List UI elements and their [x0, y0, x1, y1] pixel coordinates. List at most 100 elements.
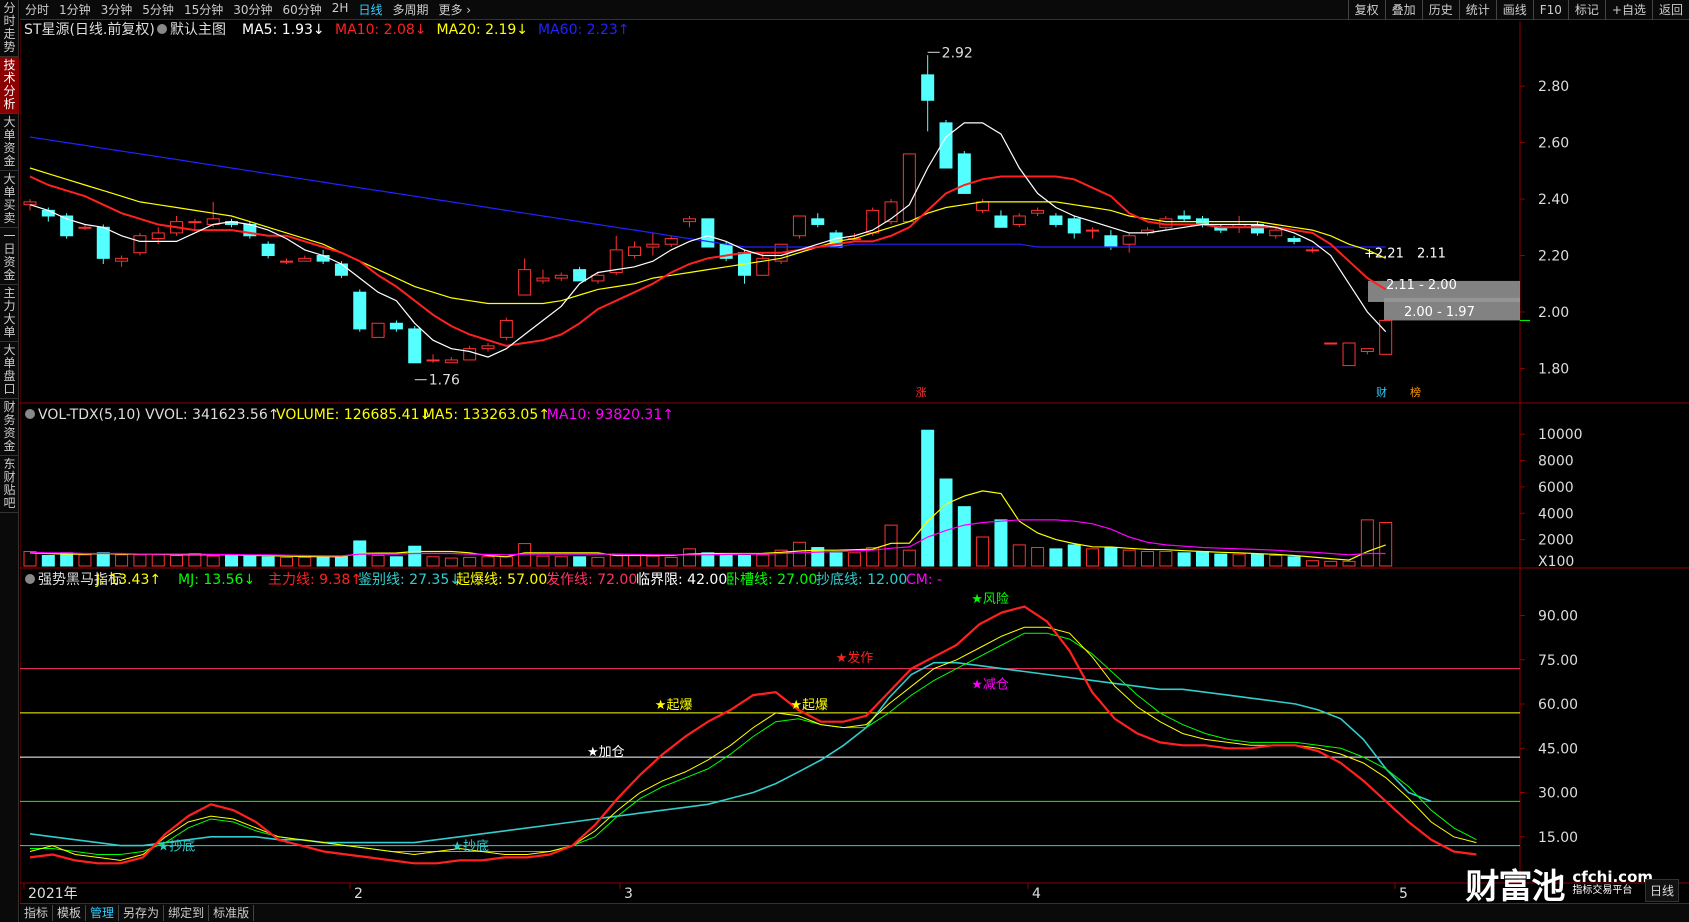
sidebar-tab-7[interactable]: 财务资金	[0, 399, 19, 456]
volume-bar	[591, 556, 605, 567]
vol-axis-label: 10000	[1538, 427, 1583, 443]
volume-bar	[829, 552, 843, 567]
volume-bar	[628, 554, 642, 567]
sidebar-tab-3[interactable]: 大单买卖	[0, 171, 19, 228]
candle-up	[1269, 229, 1283, 237]
bottom-tab-bar: 指标 模板 管理 另存为 绑定到 标准版	[20, 903, 1689, 922]
signal-marker: ★抄底	[158, 839, 196, 855]
ind-legend-item: 抄底线: 12.00	[816, 572, 907, 588]
volume-bar	[1049, 548, 1063, 567]
ind-legend-item: 临界限: 42.00	[636, 572, 727, 588]
candle-up	[1360, 348, 1374, 352]
bottom-tab-5[interactable]: 标准版	[209, 905, 255, 921]
volume-bar	[719, 553, 733, 567]
candle-up	[664, 238, 678, 245]
bottom-tab-4[interactable]: 绑定到	[164, 905, 210, 921]
period-indicator-button[interactable]: 日线	[1644, 879, 1679, 902]
date-label: 2021年	[28, 886, 78, 902]
sidebar-tab-4[interactable]: 一日资金	[0, 228, 19, 285]
candle-down	[389, 322, 403, 330]
period-tab-4[interactable]: 15分钟	[179, 1, 228, 18]
volume-bar	[463, 556, 477, 567]
candle-down	[921, 74, 935, 101]
tool-button-6[interactable]: 标记	[1567, 0, 1605, 20]
price-axis-label: 1.80	[1538, 361, 1569, 377]
price-axis-label: 2.60	[1538, 136, 1569, 152]
volume-bar	[1195, 551, 1209, 567]
sidebar: 分时走势 技术分析 大单资金 大单买卖 一日资金 主力大单 大单盘口 财务资金 东财贴吧	[0, 0, 19, 922]
volume-bar	[884, 524, 898, 567]
ind-legend-item: 鉴别线: 27.35↓	[358, 572, 461, 588]
candle-down	[96, 226, 110, 259]
volume-bar	[316, 556, 330, 567]
candle-down	[1104, 235, 1118, 248]
price-axis-label: 2.80	[1538, 79, 1569, 95]
sidebar-tab-2[interactable]: 大单资金	[0, 114, 19, 171]
candle-up	[151, 232, 165, 240]
main-template-label: 默认主图	[170, 22, 226, 38]
main-legend-item: MA20: 2.19↓	[437, 22, 529, 38]
tool-button-0[interactable]: 复权	[1347, 0, 1385, 20]
period-tab-3[interactable]: 5分钟	[137, 1, 179, 18]
candle-up	[444, 359, 458, 364]
candle-up	[1012, 215, 1026, 225]
ma-tag-1: +2.21	[1364, 247, 1404, 262]
candle-down	[573, 269, 587, 282]
period-tab-7[interactable]: 2H	[327, 1, 354, 18]
volume-bar	[554, 556, 568, 567]
volume-bar	[1342, 560, 1356, 567]
tool-button-1[interactable]: 叠加	[1384, 0, 1422, 20]
volume-bar	[243, 554, 257, 567]
stock-chart-canvas[interactable]: 2.80 2.60 2.40 2.20 2.00 1.80 2.11 - 2.00 2.00 …	[20, 21, 1689, 903]
candle-up	[536, 277, 550, 282]
bottom-tab-1[interactable]: 模板	[53, 905, 87, 921]
candle-up	[78, 226, 92, 229]
bottom-tab-0[interactable]: 指标	[20, 905, 54, 921]
candle-up	[518, 269, 532, 296]
candle-up	[499, 319, 513, 338]
gear-icon	[25, 409, 35, 419]
tool-button-5[interactable]: F10	[1532, 0, 1568, 20]
volume-bar	[737, 554, 751, 567]
tool-button-7[interactable]: +自选	[1604, 0, 1652, 20]
candle-down	[1067, 218, 1081, 234]
period-tab-1[interactable]: 1分钟	[54, 1, 96, 18]
tool-button-3[interactable]: 统计	[1458, 0, 1496, 20]
sidebar-tab-5[interactable]: 主力大单	[0, 285, 19, 342]
candle-down	[316, 255, 330, 262]
date-label: 3	[624, 886, 633, 902]
sidebar-tab-8[interactable]: 东财贴吧	[0, 456, 19, 513]
volume-bar	[170, 554, 184, 567]
period-tab-6[interactable]: 60分钟	[278, 1, 327, 18]
bottom-tab-3[interactable]: 另存为	[119, 905, 165, 921]
volume-bar	[1379, 522, 1393, 567]
ind-axis-label: 30.00	[1538, 786, 1578, 802]
bottom-tab-2[interactable]: 管理	[86, 905, 120, 921]
tool-button-4[interactable]: 画线	[1495, 0, 1533, 20]
sidebar-tab-0[interactable]: 分时走势	[0, 0, 19, 57]
period-tab-0[interactable]: 分时	[20, 1, 54, 18]
volume-bar	[1012, 544, 1026, 567]
period-tab-9[interactable]: 多周期	[387, 1, 433, 18]
candle-up	[1305, 249, 1319, 252]
candle-up	[554, 274, 568, 279]
volume-bar	[41, 554, 55, 567]
ind-legend-item: 主力线: 9.38↑	[268, 572, 362, 588]
ind-axis-label: 45.00	[1538, 741, 1578, 757]
period-tab-8[interactable]: 日线	[353, 1, 387, 18]
tool-button-2[interactable]: 历史	[1421, 0, 1459, 20]
sidebar-tab-6[interactable]: 大单盘口	[0, 342, 19, 399]
period-tab-5[interactable]: 30分钟	[228, 1, 277, 18]
tool-button-8[interactable]: 返回	[1651, 0, 1689, 20]
period-tab-10[interactable]: 更多 ›	[433, 1, 476, 18]
candle-up	[1342, 342, 1356, 367]
candle-up	[1324, 342, 1338, 345]
candle-up	[1379, 319, 1393, 355]
period-tab-2[interactable]: 3分钟	[96, 1, 138, 18]
sidebar-tab-1[interactable]: 技术分析	[0, 57, 19, 114]
volume-bar	[646, 555, 660, 567]
vol-legend-item: MA10: 93820.31↑	[547, 407, 674, 423]
brand-logo: 财富池 cfchi.com 指标交易平台	[1465, 859, 1653, 908]
gear-icon	[157, 24, 167, 34]
ind-legend-item: 卧槽线: 27.00	[726, 572, 817, 588]
